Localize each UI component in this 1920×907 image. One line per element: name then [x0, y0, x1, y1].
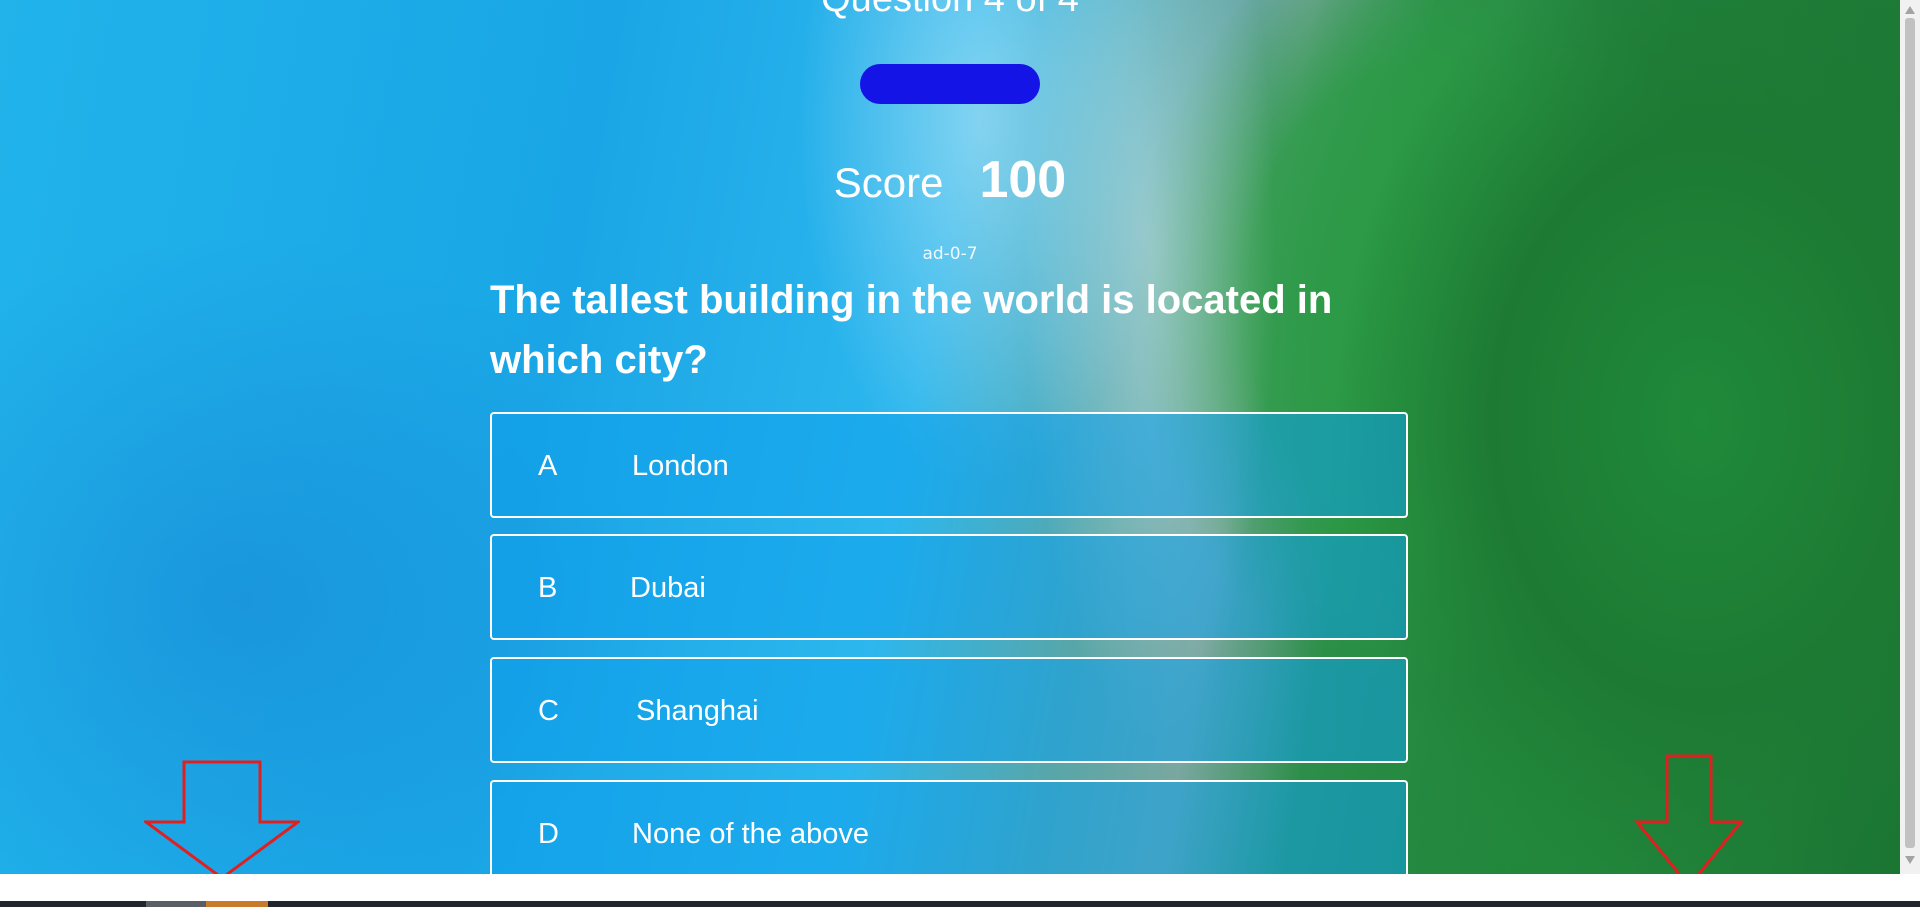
- scroll-up-icon[interactable]: [1905, 6, 1915, 14]
- option-text: None of the above: [632, 818, 870, 850]
- vertical-scrollbar[interactable]: [1900, 0, 1920, 874]
- option-b[interactable]: B Dubai: [490, 534, 1408, 640]
- option-letter: B: [538, 572, 558, 604]
- option-letter: A: [538, 450, 558, 482]
- taskbar-item[interactable]: [146, 901, 206, 907]
- scroll-down-icon[interactable]: [1905, 856, 1915, 864]
- taskbar-item[interactable]: [206, 901, 268, 907]
- question-text: The tallest building in the world is loc…: [490, 278, 1333, 382]
- option-letter: C: [538, 695, 559, 727]
- down-arrow-icon: [1633, 754, 1745, 874]
- option-text: Shanghai: [636, 695, 759, 727]
- progress-bar: [860, 64, 1040, 104]
- taskbar-strip: [0, 901, 1920, 907]
- option-text: Dubai: [630, 572, 706, 604]
- score-label: Score: [833, 159, 944, 206]
- option-a[interactable]: A London: [490, 412, 1408, 518]
- scrollbar-thumb[interactable]: [1905, 18, 1915, 848]
- down-arrow-icon: [144, 760, 300, 874]
- option-text: London: [632, 450, 729, 482]
- option-c[interactable]: C Shanghai: [490, 657, 1408, 763]
- option-letter: D: [538, 818, 559, 850]
- quiz-page: Question 4 of 4 Score 100 ad-0-7 The tal…: [0, 0, 1900, 874]
- question-counter: Question 4 of 4: [0, 0, 1900, 21]
- question-id: ad-0-7: [922, 244, 978, 264]
- score-value: 100: [979, 151, 1067, 209]
- score-section: Score 100: [0, 150, 1900, 210]
- option-d[interactable]: D None of the above: [490, 780, 1408, 874]
